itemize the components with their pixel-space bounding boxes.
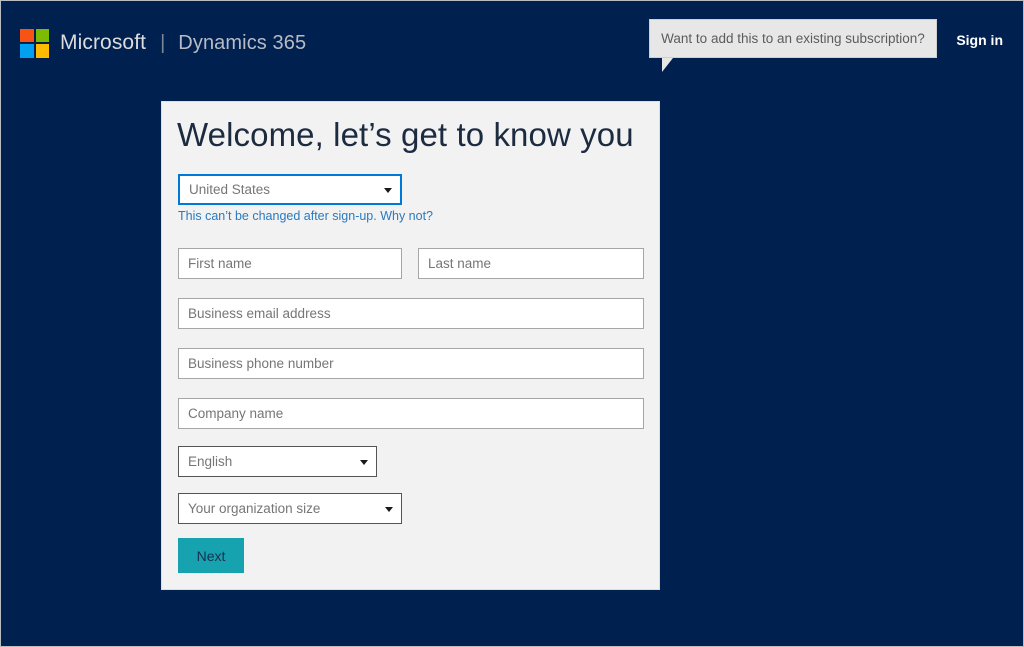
signup-page: Microsoft | Dynamics 365 Want to add thi… (0, 0, 1024, 647)
logo-square-red (20, 29, 34, 43)
business-phone-input[interactable]: Business phone number (178, 348, 644, 379)
existing-subscription-callout[interactable]: Want to add this to an existing subscrip… (649, 19, 937, 58)
business-email-input[interactable]: Business email address (178, 298, 644, 329)
brand-separator: | (160, 32, 165, 55)
country-select-value: United States (189, 182, 270, 197)
business-email-placeholder: Business email address (188, 306, 331, 321)
language-select[interactable]: English (178, 446, 377, 477)
last-name-input[interactable]: Last name (418, 248, 644, 279)
callout-tail-icon (662, 58, 673, 72)
brand-product-name: Dynamics 365 (178, 32, 306, 55)
brand-lockup: Microsoft | Dynamics 365 (20, 28, 306, 58)
first-name-input[interactable]: First name (178, 248, 402, 279)
business-phone-placeholder: Business phone number (188, 356, 334, 371)
company-name-input[interactable]: Company name (178, 398, 644, 429)
logo-square-yellow (36, 44, 50, 58)
last-name-placeholder: Last name (428, 256, 491, 271)
callout-label: Want to add this to an existing subscrip… (661, 31, 925, 46)
chevron-down-icon (385, 507, 393, 512)
company-name-placeholder: Company name (188, 406, 283, 421)
microsoft-logo-icon (20, 29, 49, 58)
country-select[interactable]: United States (178, 174, 402, 205)
sign-in-link[interactable]: Sign in (956, 32, 1003, 48)
logo-square-blue (20, 44, 34, 58)
logo-square-green (36, 29, 50, 43)
chevron-down-icon (360, 460, 368, 465)
brand-company-name: Microsoft (60, 31, 146, 55)
signup-card: Welcome, let’s get to know you United St… (161, 101, 660, 590)
page-title: Welcome, let’s get to know you (177, 116, 634, 154)
country-helper-link[interactable]: This can’t be changed after sign-up. Why… (178, 209, 433, 223)
top-navigation-bar: Microsoft | Dynamics 365 Want to add thi… (1, 1, 1023, 85)
first-name-placeholder: First name (188, 256, 252, 271)
organization-size-select[interactable]: Your organization size (178, 493, 402, 524)
organization-size-select-value: Your organization size (188, 501, 320, 516)
next-button[interactable]: Next (178, 538, 244, 573)
language-select-value: English (188, 454, 232, 469)
chevron-down-icon (384, 188, 392, 193)
